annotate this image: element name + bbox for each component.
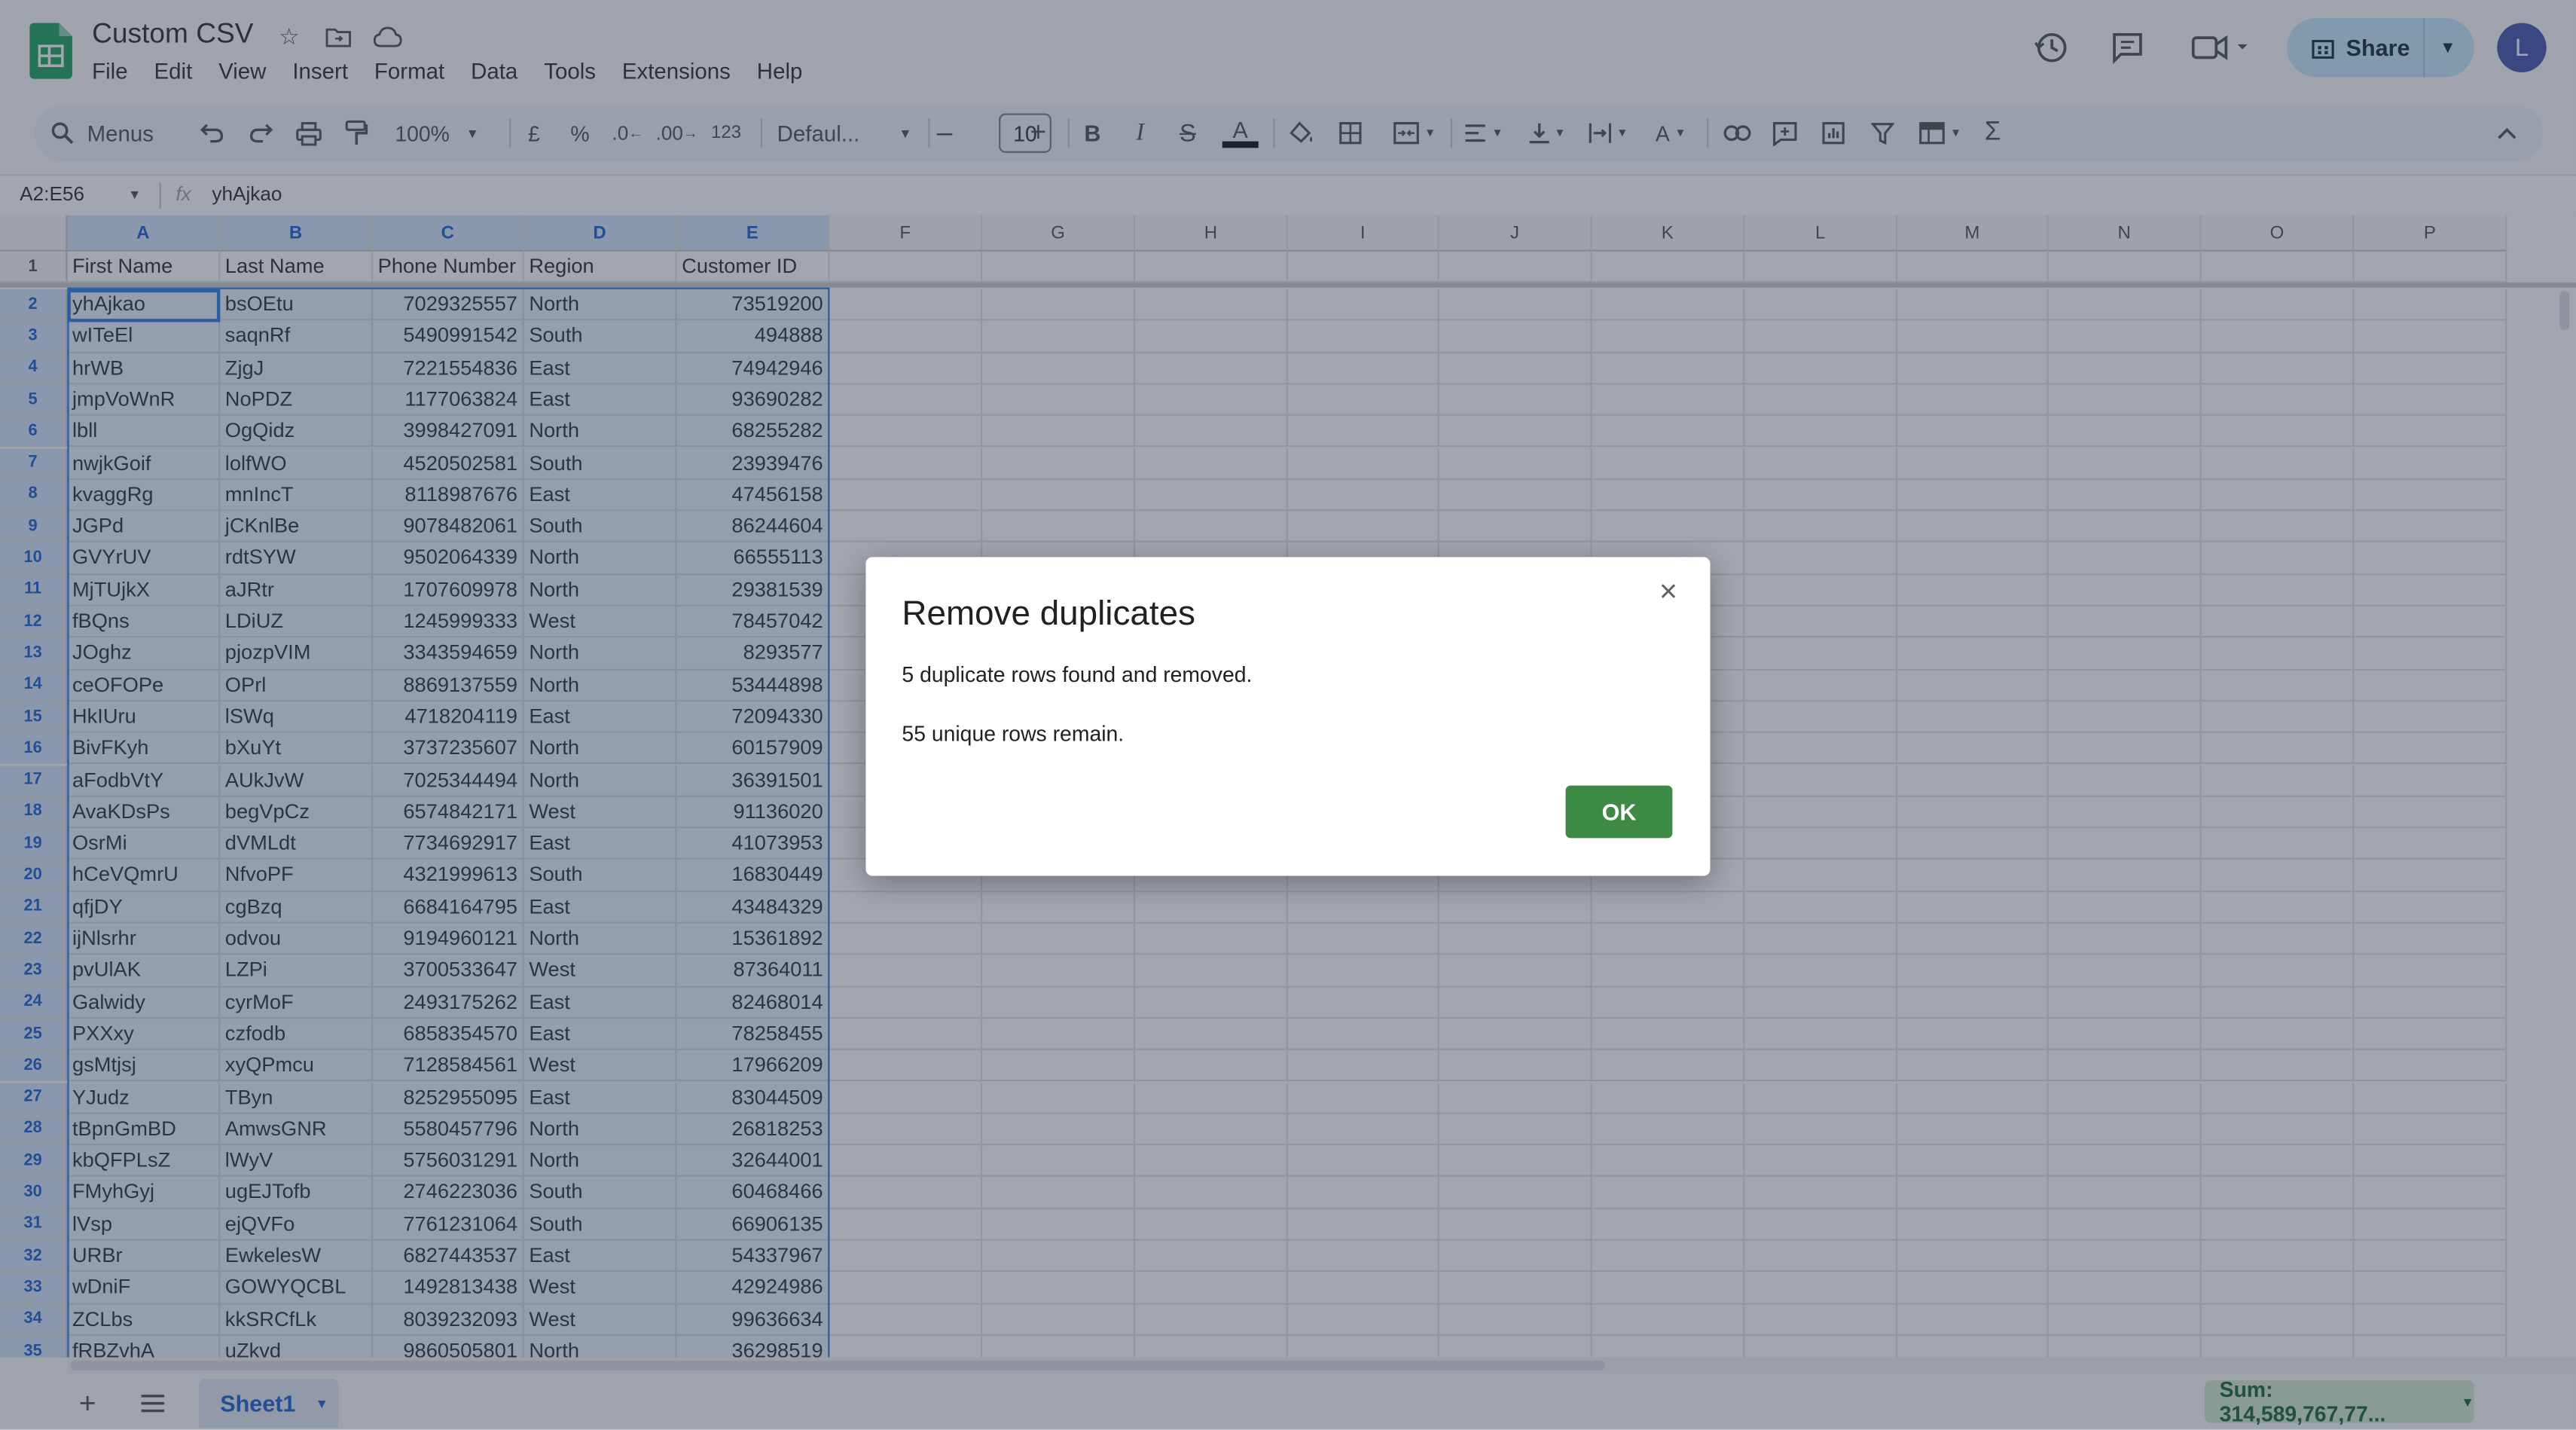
dialog-message-duplicates: 5 duplicate rows found and removed. bbox=[902, 662, 1253, 687]
dialog-message-remaining: 55 unique rows remain. bbox=[902, 721, 1125, 747]
sheets-app: Custom CSV ☆ File Edit View Insert Forma… bbox=[0, 0, 2576, 1430]
close-icon[interactable]: × bbox=[1659, 575, 1677, 611]
ok-button[interactable]: OK bbox=[1565, 785, 1673, 839]
dialog-title: Remove duplicates bbox=[902, 594, 1195, 633]
remove-duplicates-dialog: Remove duplicates × 5 duplicate rows fou… bbox=[865, 557, 1711, 876]
